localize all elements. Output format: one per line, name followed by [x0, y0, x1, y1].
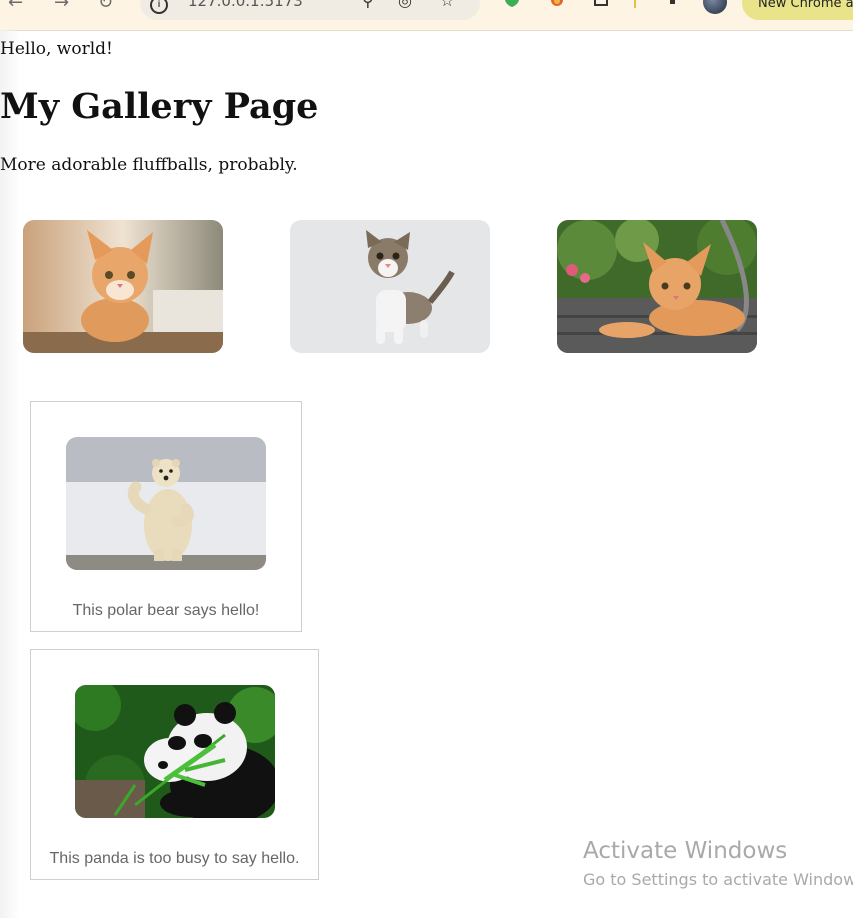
- polar-bear-caption: This polar bear says hello!: [72, 602, 260, 619]
- panda-caption: This panda is too busy to say hello.: [49, 850, 300, 867]
- flame-extension-icon[interactable]: [548, 0, 566, 8]
- shield-extension-icon[interactable]: [503, 0, 521, 8]
- zoom-icon[interactable]: ⚲: [362, 0, 374, 10]
- gallery-image-orange-kitten: [23, 220, 223, 353]
- address-bar[interactable]: i 127.0.0.1:5173 ⚲ ◎ ☆: [140, 0, 480, 20]
- new-chrome-available-button[interactable]: New Chrome a: [742, 0, 853, 20]
- media-control-icon[interactable]: [661, 0, 679, 8]
- activate-windows-watermark: Activate Windows Go to Settings to activ…: [583, 838, 853, 889]
- panda-image: [75, 685, 275, 818]
- polar-bear-card: This polar bear says hello!: [30, 401, 302, 632]
- panda-card: This panda is too busy to say hello.: [30, 649, 319, 880]
- bookmark-star-icon[interactable]: ☆: [440, 0, 454, 10]
- activate-windows-subtitle: Go to Settings to activate Windows.: [583, 870, 853, 889]
- puzzle-extension-icon[interactable]: [592, 0, 610, 8]
- polar-bear-image: [66, 437, 266, 570]
- activate-windows-title: Activate Windows: [583, 838, 788, 864]
- hello-text: Hello, world!: [0, 39, 113, 59]
- back-icon[interactable]: ←: [8, 0, 23, 13]
- page-subtitle: More adorable fluffballs, probably.: [0, 155, 298, 175]
- gallery-image-ginger-kitten: [557, 220, 757, 353]
- browser-toolbar: ← → ↻ i 127.0.0.1:5173 ⚲ ◎ ☆ New Chrome …: [0, 0, 853, 31]
- site-info-icon[interactable]: i: [150, 0, 168, 14]
- toolbar-divider: [634, 0, 636, 8]
- gallery-image-tabby-kitten: [290, 220, 490, 353]
- address-url[interactable]: 127.0.0.1:5173: [188, 0, 303, 10]
- forward-icon[interactable]: →: [54, 0, 69, 13]
- page-title: My Gallery Page: [0, 86, 319, 127]
- eye-off-icon[interactable]: ◎: [398, 0, 412, 10]
- profile-avatar[interactable]: [703, 0, 727, 14]
- reload-icon[interactable]: ↻: [98, 0, 113, 13]
